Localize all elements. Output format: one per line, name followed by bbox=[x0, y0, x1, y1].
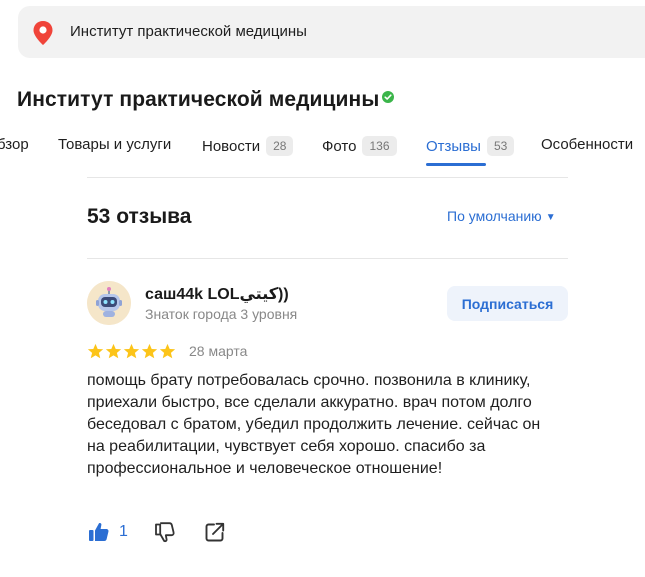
tab-label: бзор bbox=[0, 136, 29, 153]
star-icon bbox=[105, 343, 122, 359]
dislike-button[interactable] bbox=[153, 520, 177, 549]
search-bar[interactable]: Институт практической медицины bbox=[18, 6, 645, 58]
review-text: помощь брату потребовалась срочно. позво… bbox=[87, 372, 541, 477]
star-icon bbox=[159, 343, 176, 359]
star-icon bbox=[123, 343, 140, 359]
share-icon bbox=[205, 522, 225, 542]
tab-label: Особенности bbox=[541, 136, 634, 153]
search-query[interactable]: Институт практической медицины bbox=[70, 23, 307, 40]
active-tab-indicator bbox=[426, 163, 486, 166]
divider bbox=[87, 177, 568, 178]
thumbs-up-icon bbox=[89, 522, 109, 541]
tab-label: Отзывы bbox=[426, 137, 481, 155]
sort-label: По умолчанию bbox=[447, 208, 542, 224]
subscribe-button[interactable]: Подписаться bbox=[447, 286, 568, 321]
thumbs-down-icon bbox=[155, 522, 175, 543]
robot-avatar-icon bbox=[87, 281, 131, 325]
review-author-level: Знаток города 3 уровня bbox=[145, 306, 298, 322]
tab-bar: бзор Товары и услуги Новости 28 Фото 136… bbox=[0, 130, 645, 170]
tab-news[interactable]: Новости 28 bbox=[202, 136, 294, 156]
organization-title: Институт практической медицины bbox=[17, 88, 380, 111]
review-date: 28 марта bbox=[189, 343, 248, 359]
review-author-name[interactable]: саш44k LOLكيتي)) bbox=[145, 284, 289, 304]
star-icon bbox=[141, 343, 158, 359]
tab-count: 53 bbox=[486, 136, 515, 156]
avatar[interactable] bbox=[87, 281, 131, 325]
tab-goods-services[interactable]: Товары и услуги bbox=[58, 136, 171, 153]
sort-dropdown[interactable]: По умолчанию ▼ bbox=[447, 208, 556, 224]
tab-photos[interactable]: Фото 136 bbox=[322, 136, 397, 156]
tab-count: 28 bbox=[266, 136, 294, 156]
tab-label: Новости bbox=[202, 137, 261, 155]
share-button[interactable] bbox=[203, 520, 227, 549]
tab-count: 136 bbox=[362, 136, 397, 156]
tab-label: Товары и услуги bbox=[58, 136, 172, 153]
caret-down-icon: ▼ bbox=[545, 212, 556, 223]
tab-reviews[interactable]: Отзывы 53 bbox=[426, 136, 515, 156]
tab-features[interactable]: Особенности bbox=[541, 136, 633, 153]
rating-stars bbox=[87, 343, 176, 360]
tab-label: Фото bbox=[322, 137, 357, 155]
like-count: 1 bbox=[119, 523, 128, 540]
tab-overview[interactable]: бзор bbox=[0, 136, 29, 153]
divider bbox=[87, 258, 568, 259]
verified-icon bbox=[382, 91, 394, 103]
star-icon bbox=[87, 343, 104, 359]
map-pin-icon bbox=[33, 21, 53, 45]
reviews-count-heading: 53 отзыва bbox=[87, 205, 192, 228]
like-button[interactable]: 1 bbox=[87, 520, 128, 544]
